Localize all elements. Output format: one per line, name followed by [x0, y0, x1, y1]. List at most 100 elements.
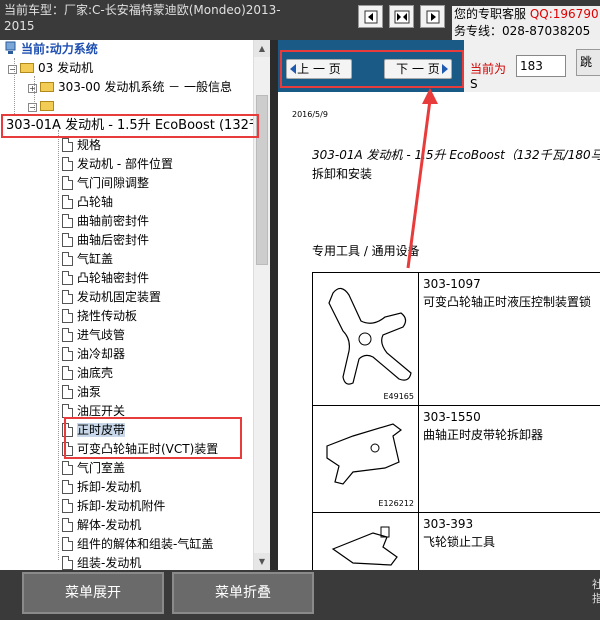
tool-code: 303-1097 [423, 277, 481, 291]
document-icon [62, 461, 73, 475]
document-icon [62, 347, 73, 361]
expand-icon[interactable]: + [28, 84, 37, 93]
highlight-selected-node [1, 114, 259, 138]
jump-button[interactable]: 跳 [576, 49, 600, 76]
expand-menu-button[interactable]: 菜单展开 [22, 572, 164, 614]
tree-item-label: 规格 [77, 138, 102, 152]
tool-image [313, 513, 419, 570]
tree-item-label: 曲轴后密封件 [77, 233, 150, 247]
tree-folder-engine-label: 03 发动机 [38, 61, 94, 75]
highlight-pager [280, 50, 464, 88]
tree-item-label: 气门室盖 [77, 461, 126, 475]
tool-image: E126212 [313, 406, 419, 512]
tree-item-label: 凸轮轴 [77, 195, 114, 209]
tree-item[interactable]: 组件的解体和组装-气缸盖 [62, 535, 213, 553]
collapse-menu-button[interactable]: 菜单折叠 [172, 572, 314, 614]
document-icon [62, 480, 73, 494]
tree-item[interactable]: 气缸盖 [62, 250, 113, 268]
document-icon [62, 499, 73, 513]
tree-folder-303-01a[interactable]: − [28, 97, 58, 115]
tree-item[interactable]: 发动机固定装置 [62, 288, 161, 306]
current-page-suffix: S [470, 77, 478, 91]
tree-item-label: 油底壳 [77, 366, 114, 380]
tree-item-label: 凸轮轴密封件 [77, 271, 150, 285]
scroll-down-icon[interactable]: ▼ [254, 553, 270, 570]
tool-image-id: E126212 [378, 499, 414, 508]
frame-divider[interactable] [270, 40, 278, 570]
split-frame-button[interactable] [389, 5, 414, 28]
current-page-input[interactable]: 183 [516, 55, 566, 77]
tree-root[interactable]: 当前:动力系统 [4, 40, 98, 58]
tool-code: 303-1550 [423, 410, 481, 424]
service-phone: 务专线：028-87038205 [454, 24, 591, 38]
tool-row: E126212 303-1550 曲轴正时皮带轮拆卸器 [312, 405, 600, 513]
tree-item[interactable]: 解体-发动机 [62, 516, 141, 534]
document-icon [62, 366, 73, 380]
tree-item-label: 气门间隙调整 [77, 176, 150, 190]
tree-item[interactable]: 规格 [62, 136, 101, 154]
tree-item-label: 组件的解体和组装-气缸盖 [77, 537, 214, 551]
document-icon [62, 157, 73, 171]
tool-image-id: E49165 [383, 392, 414, 401]
scroll-up-icon[interactable]: ▲ [254, 40, 270, 57]
tree-item[interactable]: 曲轴后密封件 [62, 231, 149, 249]
tool-diagram-icon [326, 423, 402, 485]
system-root-icon [5, 41, 16, 54]
next-frame-button[interactable] [420, 5, 445, 28]
prev-frame-button[interactable] [358, 5, 383, 28]
tree-item[interactable]: 进气歧管 [62, 326, 125, 344]
tool-row: 303-393 飞轮锁止工具 [312, 512, 600, 570]
tree-item[interactable]: 油冷却器 [62, 345, 125, 363]
tree-item[interactable]: 拆卸-发动机附件 [62, 497, 165, 515]
document-icon [62, 309, 73, 323]
document-view: 2016/5/9 303-01A 发动机 - 1.5升 EcoBoost（132… [278, 92, 600, 570]
vehicle-line1: 当前车型：厂家:C-长安福特蒙迪欧(Mondeo)2013- [4, 3, 281, 17]
tree-item-label: 气缸盖 [77, 252, 114, 266]
tree-item-label: 油压开关 [77, 404, 126, 418]
prev-frame-icon [364, 10, 377, 23]
document-title: 303-01A 发动机 - 1.5升 EcoBoost（132千瓦/180马 [312, 148, 600, 162]
collapse-icon[interactable]: − [8, 65, 17, 74]
tool-desc: 可变凸轮轴正时液压控制装置锁 [423, 295, 592, 309]
tool-diagram-icon [331, 526, 398, 566]
service-label: 您的专职客服 [454, 7, 527, 21]
folder-open-icon [20, 63, 34, 73]
document-icon [62, 252, 73, 266]
collapse-icon[interactable]: − [28, 103, 37, 112]
tree-folder-general[interactable]: +303-00 发动机系统 － 一般信息 [28, 78, 232, 96]
tree-item[interactable]: 气门间隙调整 [62, 174, 149, 192]
document-icon [62, 233, 73, 247]
tool-image: E49165 [313, 273, 419, 405]
document-date: 2016/5/9 [292, 110, 328, 119]
tree-folder-general-label: 303-00 发动机系统 － 一般信息 [58, 80, 232, 94]
tool-diagram-icon [328, 287, 412, 385]
tree-item-label: 进气歧管 [77, 328, 126, 342]
tree-item[interactable]: 拆卸-发动机 [62, 478, 141, 496]
footer-side-text: 社 指 [592, 578, 600, 605]
tree-item-label: 发动机 - 部件位置 [77, 157, 173, 171]
document-icon [62, 518, 73, 532]
tool-desc: 飞轮锁止工具 [423, 535, 496, 549]
tree-item-label: 解体-发动机 [77, 518, 142, 532]
tree-item[interactable]: 凸轮轴密封件 [62, 269, 149, 287]
document-icon [62, 385, 73, 399]
tree-item[interactable]: 油底壳 [62, 364, 113, 382]
tree-item[interactable]: 凸轮轴 [62, 193, 113, 211]
document-icon [62, 537, 73, 551]
tree-item[interactable]: 油泵 [62, 383, 101, 401]
tree-item[interactable]: 气门室盖 [62, 459, 125, 477]
tree-item[interactable]: 组装-发动机 [62, 554, 141, 570]
tree-item[interactable]: 曲轴前密封件 [62, 212, 149, 230]
document-subtitle: 拆卸和安装 [312, 167, 373, 181]
document-icon [62, 214, 73, 228]
folder-icon [40, 82, 54, 92]
tree-item-label: 油泵 [77, 385, 102, 399]
document-icon [62, 195, 73, 209]
service-qq-link[interactable]: QQ:196790 [530, 7, 599, 21]
tree-item[interactable]: 挠性传动板 [62, 307, 137, 325]
tree-item-label: 拆卸-发动机附件 [77, 499, 166, 513]
tree-item-label: 拆卸-发动机 [77, 480, 142, 494]
tree-folder-engine[interactable]: − 03 发动机 [8, 59, 93, 77]
tree-item[interactable]: 发动机 - 部件位置 [62, 155, 173, 173]
tree-root-label: 当前:动力系统 [21, 42, 98, 56]
